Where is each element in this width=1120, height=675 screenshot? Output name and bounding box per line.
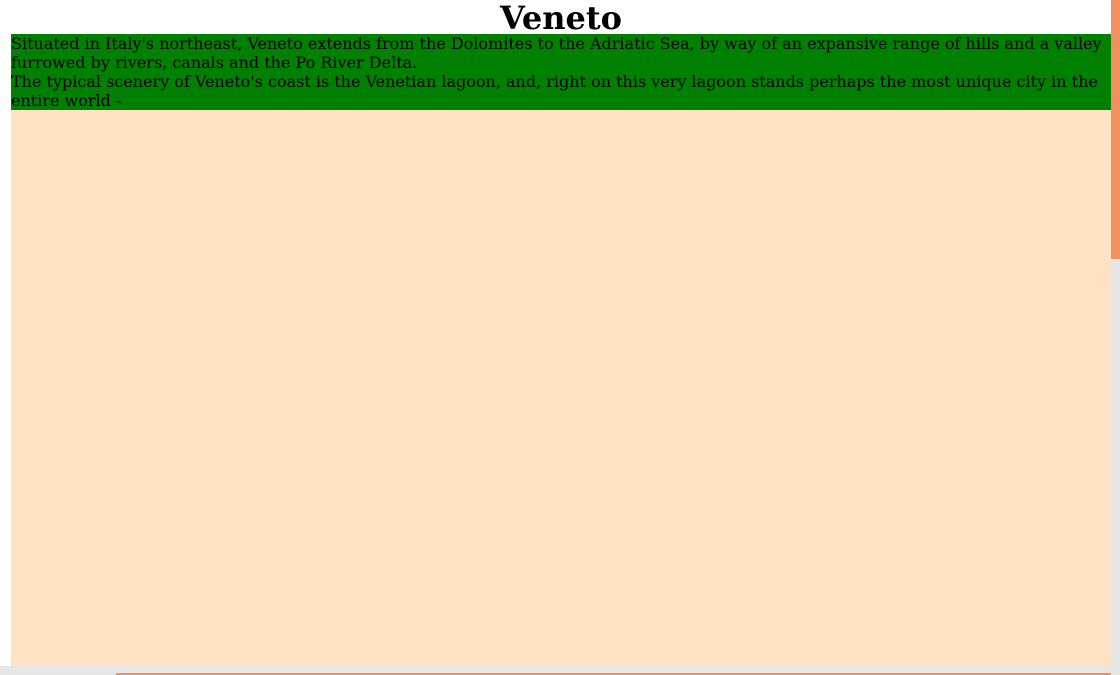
page: Veneto Situated in Italy's northeast, Ve… [0,0,1120,675]
content-area [11,110,1111,666]
vertical-scrollbar-thumb[interactable] [1111,0,1120,259]
intro-paragraph-1: Situated in Italy's northeast, Veneto ex… [11,34,1102,72]
intro-paragraph-2: The typical scenery of Veneto's coast is… [11,72,1098,110]
intro-block: Situated in Italy's northeast, Veneto ex… [11,34,1111,110]
page-title: Veneto [500,0,622,37]
